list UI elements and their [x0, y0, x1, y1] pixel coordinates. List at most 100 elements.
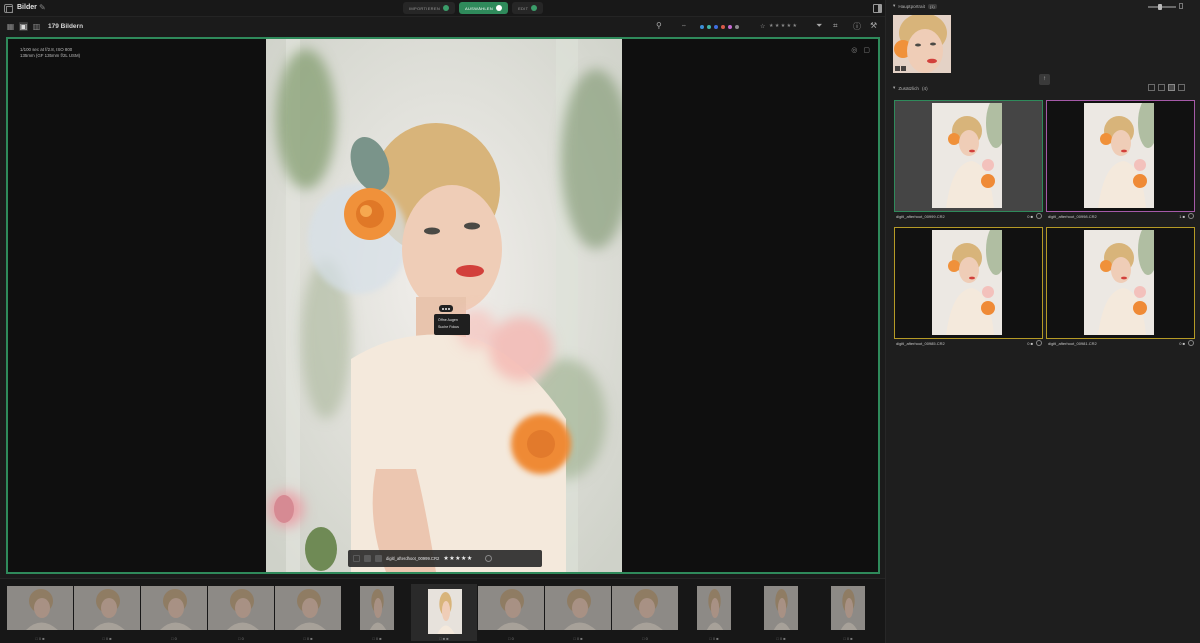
filmstrip-item-meta: □ 0 ■ [102, 636, 112, 641]
candidate-card[interactable] [894, 227, 1043, 339]
color-label-purple[interactable] [728, 25, 732, 29]
filmstrip-item[interactable]: □ 0 ■ [815, 584, 881, 641]
select-circle-icon[interactable] [1188, 340, 1194, 346]
more-icon[interactable] [1178, 84, 1185, 91]
filmstrip-item-meta: □ 0 ■ [776, 636, 786, 641]
face-detect-icon[interactable]: ◎ [851, 46, 857, 54]
filmstrip-item[interactable]: □ 0 ■ [545, 584, 611, 641]
flag-icon[interactable] [364, 555, 371, 562]
candidates-title: Zusätzlich [898, 85, 919, 91]
filmstrip-item[interactable]: □ 0 ■ [7, 584, 73, 641]
filmstrip-item[interactable]: □ 0 ■ [74, 584, 140, 641]
window-icon[interactable] [4, 4, 13, 13]
step-edit[interactable]: EDIT [512, 2, 544, 14]
photo-filename: digitl_afterdhoot_00999.CR2 [386, 556, 440, 561]
candidate-rating[interactable]: 0 ■ [1027, 214, 1033, 219]
select-circle-icon[interactable] [1036, 340, 1042, 346]
main-portrait-header[interactable]: ▾ Hauptportrait (1) [893, 3, 937, 9]
filmstrip-item-meta: □ 0 [238, 636, 244, 641]
compare-icon[interactable]: ⇔ [681, 23, 687, 29]
thumbnail-image [893, 15, 951, 73]
pick-icon[interactable] [375, 555, 382, 562]
candidates-header[interactable]: ▾ Zusätzlich (4) [893, 85, 928, 91]
swap-icon[interactable] [1158, 84, 1165, 91]
filmstrip-item-meta: □ 0 [171, 636, 177, 641]
grid-view-icon[interactable]: ▦ [6, 22, 15, 31]
filmstrip-item[interactable]: □ 0 ■ [275, 584, 341, 641]
filmstrip-thumbnail [428, 589, 462, 634]
right-panel: ▾ Hauptportrait (1) ↑ ▾ Zusätzlich (4) d… [885, 0, 1200, 643]
main-portrait-thumbnail[interactable] [893, 15, 951, 73]
candidate-rating[interactable]: 0 ■ [1027, 341, 1033, 346]
compare-view-icon[interactable]: ▥ [32, 22, 41, 31]
candidate-card[interactable] [1046, 227, 1195, 339]
filmstrip-item[interactable]: □ 0 [612, 584, 678, 641]
main-viewer[interactable]: 1/100 sec at f/2.8, ISO 800 135mm (GF 13… [6, 37, 880, 574]
candidate-meta: digitl_afterhoot_00985.CR2 0 ■ [894, 340, 1043, 349]
star-rating-filter[interactable]: ★ ★ ★ ★ ★ [769, 23, 797, 29]
zoom-icon[interactable]: ⚲ [656, 21, 662, 30]
star-filter-icon[interactable]: ☆ [760, 23, 765, 30]
select-circle-icon[interactable] [1036, 213, 1042, 219]
menu-item-open-eyes[interactable]: Öffne Augen [438, 317, 466, 324]
filmstrip-item-meta: □ 0 ■ [303, 636, 313, 641]
filmstrip-item-meta: □ 0 ■ [573, 636, 583, 641]
filmstrip-item[interactable]: □ 0 [208, 584, 274, 641]
filmstrip-item[interactable]: □ 0 ■ [748, 584, 814, 641]
sort-icon[interactable] [1148, 84, 1155, 91]
pencil-icon[interactable]: ✎ [39, 3, 46, 12]
thumbnail-size-slider[interactable] [1148, 4, 1176, 10]
context-menu-trigger[interactable] [439, 305, 453, 312]
filmstrip-thumbnail [545, 586, 611, 630]
grid-layout-icon[interactable] [1168, 84, 1175, 91]
filmstrip-item[interactable]: □ 0 [141, 584, 207, 641]
fullscreen-icon[interactable]: ▢ [863, 46, 870, 54]
filmstrip-item-meta: □ 0 ■ [709, 636, 719, 641]
single-view-icon[interactable]: ▣ [19, 22, 28, 31]
filmstrip-thumbnail [275, 586, 341, 630]
step-import-label: IMPORTIEREN [409, 5, 441, 11]
candidate-card[interactable] [1046, 100, 1195, 212]
filmstrip-item-meta: □ 0 [642, 636, 648, 641]
filmstrip-thumbnail [764, 586, 798, 630]
photo-caption-bar: digitl_afterdhoot_00999.CR2 ★★★★★ [348, 550, 542, 567]
color-label-indigo[interactable] [714, 25, 718, 29]
collapse-button[interactable]: ↑ [1039, 74, 1050, 85]
star-rating[interactable]: ★★★★★ [443, 555, 472, 562]
color-label-red[interactable] [721, 25, 725, 29]
candidate-card[interactable] [894, 100, 1043, 212]
filmstrip-item[interactable]: □ 0 [478, 584, 544, 641]
context-menu: Öffne Augen Suche Fokus [434, 314, 470, 335]
candidate-rating[interactable]: 0 ■ [1179, 341, 1185, 346]
panel-toggle-icon[interactable] [873, 4, 882, 13]
check-icon [443, 5, 450, 11]
viewer-tools: ◎ ▢ [851, 46, 870, 54]
menu-item-find-focus[interactable]: Suche Fokus [438, 324, 466, 331]
chevron-down-icon[interactable]: ▾ [893, 3, 895, 9]
filmstrip-item-meta: □ ■ ■ [439, 636, 449, 641]
step-select-label: AUSWÄHLEN [465, 5, 494, 11]
filmstrip-item[interactable]: □ 0 ■ [344, 584, 410, 641]
filmstrip-item[interactable]: □ ■ ■ [411, 584, 477, 641]
filmstrip-thumbnail [831, 586, 865, 630]
crop-icon[interactable]: ⌗ [833, 21, 838, 31]
wand-icon[interactable]: ⚒ [870, 21, 877, 30]
color-label-gray[interactable] [735, 25, 739, 29]
step-select[interactable]: AUSWÄHLEN [459, 2, 509, 14]
status-dot-icon [531, 5, 538, 11]
filmstrip-item[interactable]: □ 0 ■ [681, 584, 747, 641]
chevron-down-icon[interactable]: ▾ [893, 85, 895, 91]
color-label-teal[interactable] [707, 25, 711, 29]
badge-icon [895, 66, 900, 71]
candidate-rating[interactable]: 1 ■ [1179, 214, 1185, 219]
step-import[interactable]: IMPORTIEREN [403, 2, 456, 14]
select-circle-icon[interactable] [1188, 213, 1194, 219]
info-icon[interactable]: ⓘ [853, 21, 861, 32]
select-circle-icon[interactable] [484, 555, 492, 562]
filmstrip-item-meta: □ 0 ■ [35, 636, 45, 641]
color-label-blue[interactable] [700, 25, 704, 29]
funnel-icon[interactable]: ⏷ [816, 21, 822, 31]
large-thumbnail-icon[interactable] [1179, 3, 1183, 9]
reject-icon[interactable] [353, 555, 360, 562]
status-dot-icon [496, 5, 503, 11]
